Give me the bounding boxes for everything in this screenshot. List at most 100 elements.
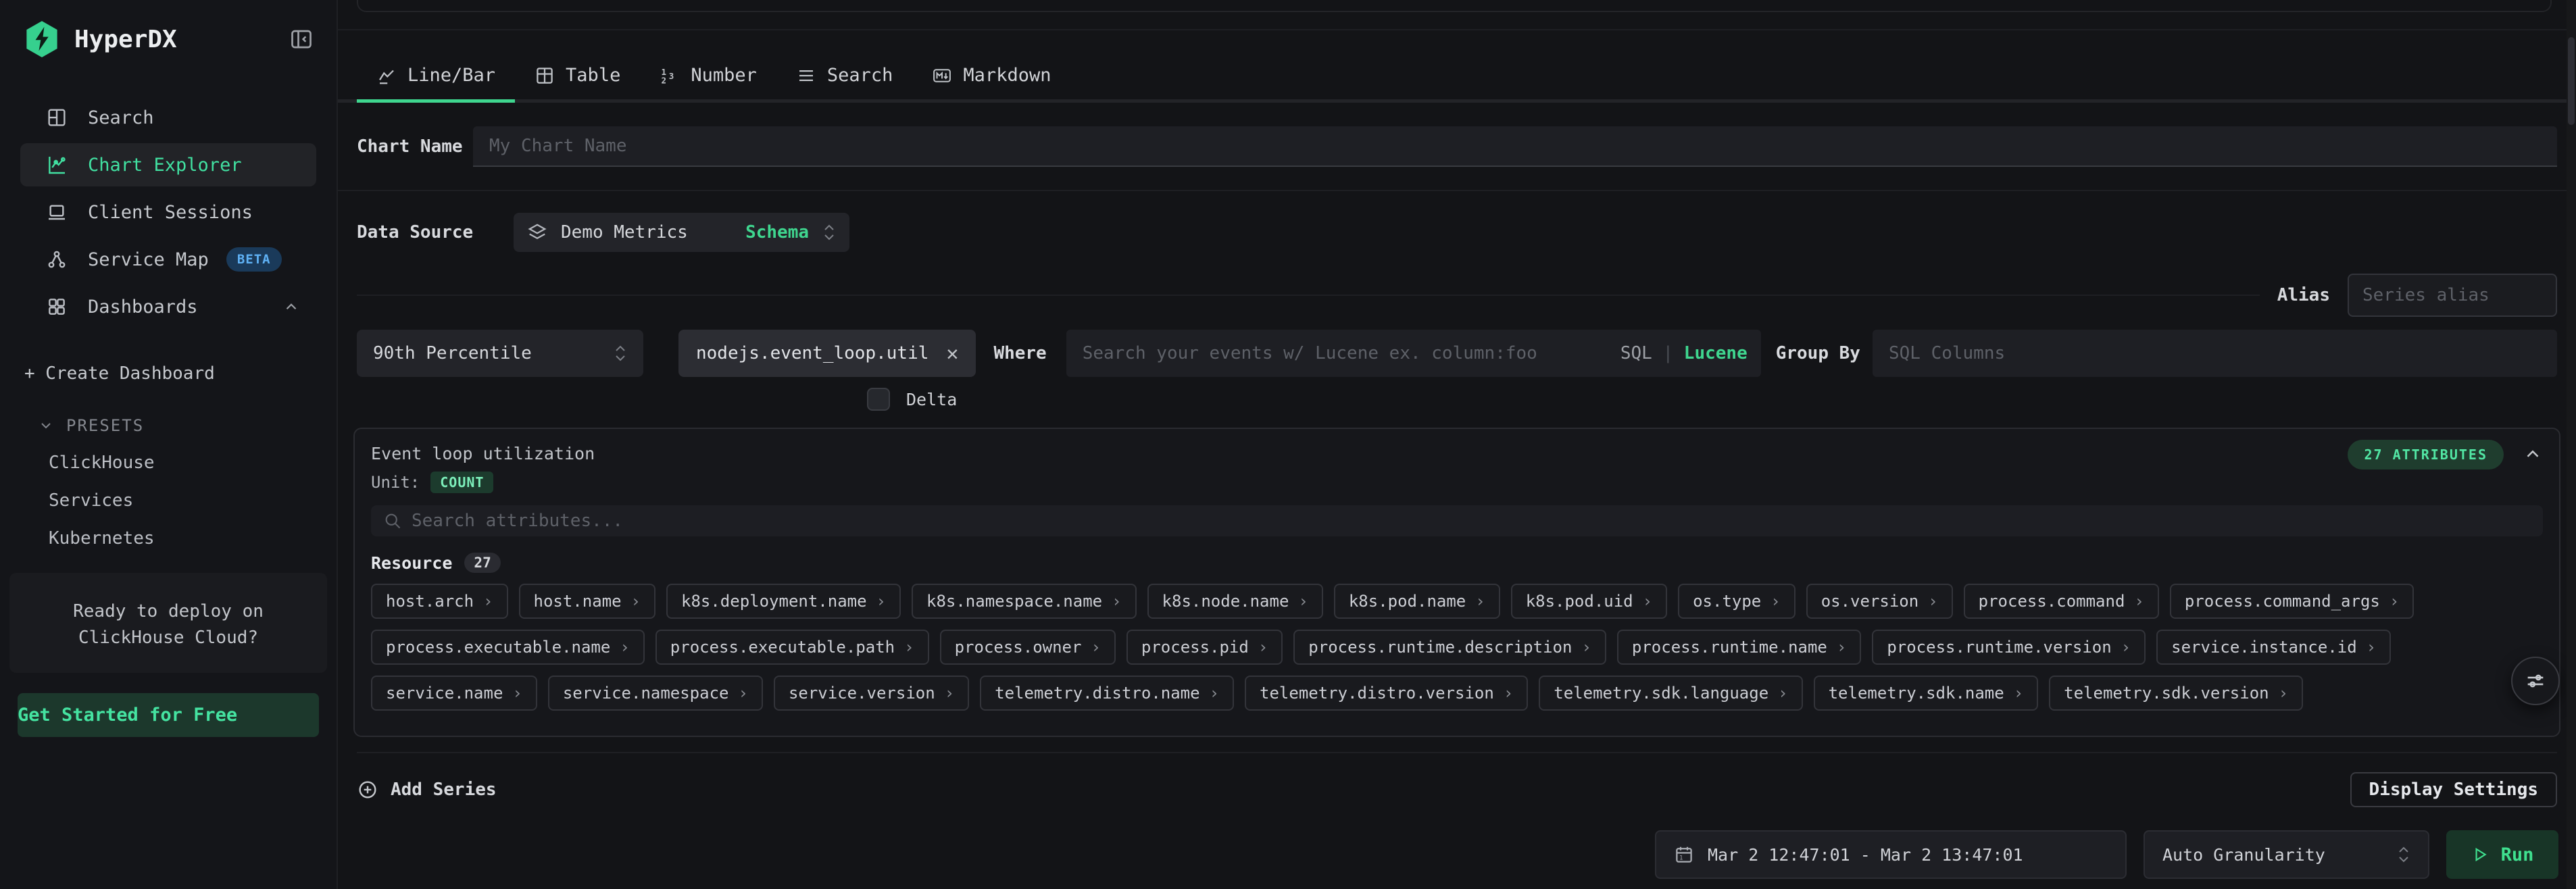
- sidebar-item-label: Search: [88, 107, 154, 128]
- calendar-icon: 1: [1674, 844, 1694, 865]
- chart-name-input[interactable]: [489, 136, 2541, 156]
- where-search-input[interactable]: [1083, 343, 1620, 363]
- preset-item[interactable]: Kubernetes: [49, 528, 337, 549]
- attribute-chip[interactable]: host.arch›: [371, 584, 508, 619]
- filter-floating-button[interactable]: [2511, 657, 2560, 705]
- chart-name-field: [473, 126, 2557, 167]
- attribute-chip[interactable]: service.version›: [774, 676, 969, 711]
- unit-value-badge: COUNT: [430, 472, 493, 493]
- chevron-updown-icon: [2397, 846, 2410, 863]
- attribute-chip[interactable]: process.executable.name›: [371, 630, 645, 665]
- cloud-promo-card: Ready to deploy on ClickHouse Cloud?: [9, 573, 327, 673]
- data-source-select[interactable]: Demo Metrics Schema: [514, 213, 849, 252]
- alias-input[interactable]: [2362, 285, 2542, 305]
- presets-list: ClickHouse Services Kubernetes: [0, 435, 337, 549]
- attribute-chip[interactable]: host.name›: [519, 584, 656, 619]
- granularity-value: Auto Granularity: [2162, 845, 2325, 865]
- app-window: HyperDX Search Chart Explorer: [0, 0, 2576, 889]
- attribute-chip[interactable]: k8s.pod.name›: [1334, 584, 1500, 619]
- sidebar-item-chart-explorer[interactable]: Chart Explorer: [20, 143, 316, 186]
- plus-circle-icon: [357, 779, 378, 801]
- query-language-toggle[interactable]: SQL | Lucene: [1620, 343, 1748, 363]
- chevron-right-icon: ›: [2389, 592, 2399, 611]
- display-settings-button[interactable]: Display Settings: [2350, 772, 2557, 807]
- attribute-chip[interactable]: service.namespace›: [548, 676, 763, 711]
- sidebar-item-service-map[interactable]: Service Map BETA: [20, 238, 316, 281]
- attribute-chip[interactable]: process.command_args›: [2170, 584, 2414, 619]
- delta-checkbox[interactable]: [867, 388, 890, 411]
- chevron-right-icon: ›: [1112, 592, 1121, 611]
- time-range-picker[interactable]: 1 Mar 2 12:47:01 - Mar 2 13:47:01: [1655, 830, 2127, 879]
- tab-table[interactable]: Table: [515, 54, 640, 99]
- data-source-row: Data Source Demo Metrics Schema: [357, 213, 2557, 252]
- attribute-chip[interactable]: process.runtime.name›: [1617, 630, 1861, 665]
- attribute-chip[interactable]: process.runtime.description›: [1293, 630, 1606, 665]
- attribute-chip[interactable]: process.pid›: [1126, 630, 1283, 665]
- aggregation-select[interactable]: 90th Percentile: [357, 330, 643, 377]
- tab-number[interactable]: 123 Number: [640, 54, 776, 99]
- scrollbar-thumb[interactable]: [2568, 37, 2575, 125]
- attribute-chip[interactable]: os.type›: [1678, 584, 1795, 619]
- collapse-panel-icon[interactable]: [2523, 440, 2543, 464]
- attribute-chip[interactable]: telemetry.sdk.name›: [1814, 676, 2039, 711]
- tab-search[interactable]: Search: [776, 54, 913, 99]
- chevron-right-icon: ›: [2279, 684, 2288, 703]
- chevron-right-icon: ›: [512, 684, 522, 703]
- preset-item[interactable]: Services: [49, 490, 337, 511]
- attribute-search-input[interactable]: [412, 511, 2531, 531]
- chevron-right-icon: ›: [1643, 592, 1652, 611]
- preset-item[interactable]: ClickHouse: [49, 453, 337, 473]
- attribute-chip[interactable]: service.instance.id›: [2156, 630, 2391, 665]
- line-chart-icon: [46, 154, 69, 176]
- attribute-chip[interactable]: process.executable.path›: [655, 630, 929, 665]
- chevron-right-icon: ›: [1258, 638, 1268, 657]
- divider: [338, 29, 2576, 30]
- sidebar-item-client-sessions[interactable]: Client Sessions: [20, 190, 316, 234]
- alias-row: Alias: [357, 274, 2557, 317]
- attribute-chip[interactable]: k8s.deployment.name›: [666, 584, 901, 619]
- sidebar-item-dashboards[interactable]: Dashboards: [20, 285, 316, 328]
- sliders-icon: [2524, 669, 2547, 692]
- sidebar-item-label: Dashboards: [88, 297, 198, 318]
- svg-text:1: 1: [1679, 855, 1683, 862]
- attribute-chip[interactable]: process.runtime.version›: [1872, 630, 2146, 665]
- tab-line-bar[interactable]: Line/Bar: [357, 54, 515, 99]
- sidebar-item-search[interactable]: Search: [20, 96, 316, 139]
- logo-row: HyperDX: [0, 0, 337, 58]
- attribute-chip[interactable]: k8s.node.name›: [1147, 584, 1323, 619]
- add-series-button[interactable]: Add Series: [357, 779, 497, 801]
- tab-markdown[interactable]: Markdown: [912, 54, 1070, 99]
- create-dashboard-button[interactable]: + Create Dashboard: [24, 363, 337, 384]
- attribute-chip[interactable]: telemetry.distro.version›: [1245, 676, 1528, 711]
- metric-tag[interactable]: nodejs.event_loop.util ✕: [678, 330, 976, 377]
- app-title: HyperDX: [74, 26, 177, 53]
- attribute-chip[interactable]: process.command›: [1964, 584, 2159, 619]
- presets-header[interactable]: PRESETS: [38, 416, 337, 435]
- vertical-scrollbar[interactable]: [2567, 0, 2576, 889]
- attribute-chip[interactable]: service.name›: [371, 676, 537, 711]
- lucene-option[interactable]: Lucene: [1684, 343, 1748, 363]
- get-started-button[interactable]: Get Started for Free: [18, 693, 319, 737]
- attribute-chip[interactable]: telemetry.distro.name›: [980, 676, 1234, 711]
- sidebar-collapse-icon[interactable]: [289, 27, 314, 51]
- schema-link[interactable]: Schema: [745, 222, 809, 243]
- attribute-chip[interactable]: process.owner›: [940, 630, 1116, 665]
- attribute-chip[interactable]: telemetry.sdk.language›: [1539, 676, 1802, 711]
- group-by-field: [1873, 330, 2557, 377]
- attribute-chip[interactable]: k8s.pod.uid›: [1511, 584, 1667, 619]
- run-button[interactable]: Run: [2446, 830, 2558, 879]
- group-by-input[interactable]: [1889, 343, 2541, 363]
- chevron-down-icon: [38, 417, 54, 434]
- search-panels-icon: [46, 107, 69, 128]
- chart-name-label: Chart Name: [357, 136, 473, 157]
- sql-option[interactable]: SQL: [1620, 343, 1652, 363]
- granularity-select[interactable]: Auto Granularity: [2144, 830, 2429, 879]
- attribute-group-label: Resource: [371, 553, 452, 573]
- alias-field: [2348, 274, 2557, 317]
- remove-metric-icon[interactable]: ✕: [946, 342, 958, 365]
- attribute-chip[interactable]: os.version›: [1806, 584, 1953, 619]
- attribute-chip[interactable]: telemetry.sdk.version›: [2049, 676, 2303, 711]
- attribute-chip[interactable]: k8s.namespace.name›: [912, 584, 1137, 619]
- svg-text:2: 2: [662, 75, 667, 85]
- chevron-right-icon: ›: [620, 638, 629, 657]
